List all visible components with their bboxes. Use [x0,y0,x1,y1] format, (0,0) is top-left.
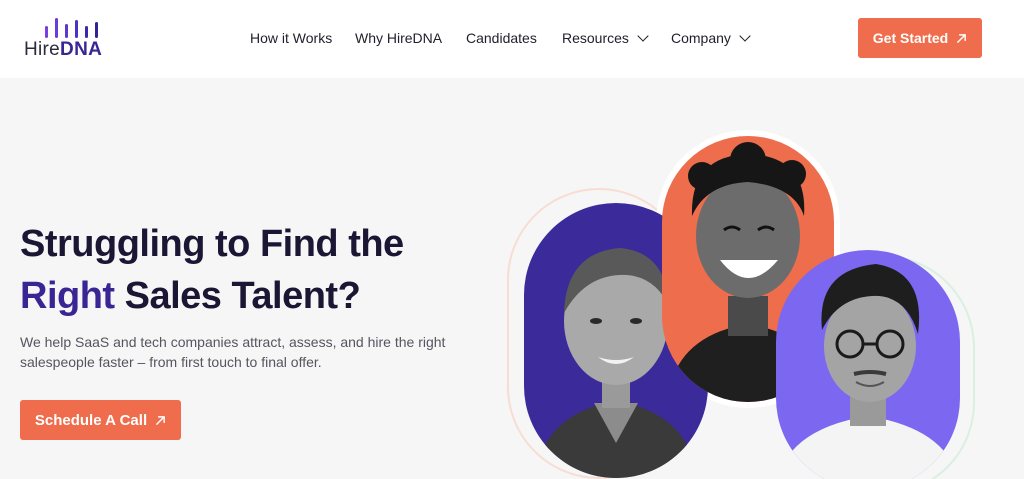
site-header: HireDNA How it Works Why HireDNA Candida… [0,0,1024,78]
arrow-up-right-icon [156,415,166,425]
headline-line-2: Right Sales Talent? [20,270,404,322]
get-started-button[interactable]: Get Started [858,18,982,58]
nav-resources[interactable]: Resources [562,29,649,46]
nav-company[interactable]: Company [671,29,751,46]
man-with-glasses-portrait-image [777,264,959,479]
chevron-down-icon [739,29,751,42]
nav-label: How it Works [250,30,333,46]
hero-subtext: We help SaaS and tech companies attract,… [20,334,446,370]
logo-text-hire: Hire [24,39,61,60]
arrow-up-right-icon [957,33,967,43]
schedule-call-label: Schedule A Call [34,411,148,429]
hero-headline: Struggling to Find the Right Sales Talen… [20,218,404,322]
hiredna-logo[interactable]: HireDNA [24,18,114,62]
nav-why-hiredna[interactable]: Why HireDNA [355,30,442,46]
nav-label: Candidates [466,30,537,46]
nav-how-it-works[interactable]: How it Works [250,30,332,46]
man-with-glasses-portrait [776,250,960,479]
chevron-down-icon [637,29,649,42]
nav-label: Company [671,30,731,46]
get-started-label: Get Started [872,30,949,46]
headline-line-1: Struggling to Find the [20,223,404,265]
headline-rest: Sales Talent? [114,275,361,317]
nav-label: Why HireDNA [355,30,443,46]
nav-candidates[interactable]: Candidates [466,30,537,46]
schedule-call-button[interactable]: Schedule A Call [20,400,181,440]
logo-text-dna: DNA [60,39,103,60]
logo-bars-icon [45,18,115,38]
headline-accent: Right [20,275,115,317]
nav-label: Resources [562,30,629,46]
logo-wordmark: HireDNA [24,39,102,61]
